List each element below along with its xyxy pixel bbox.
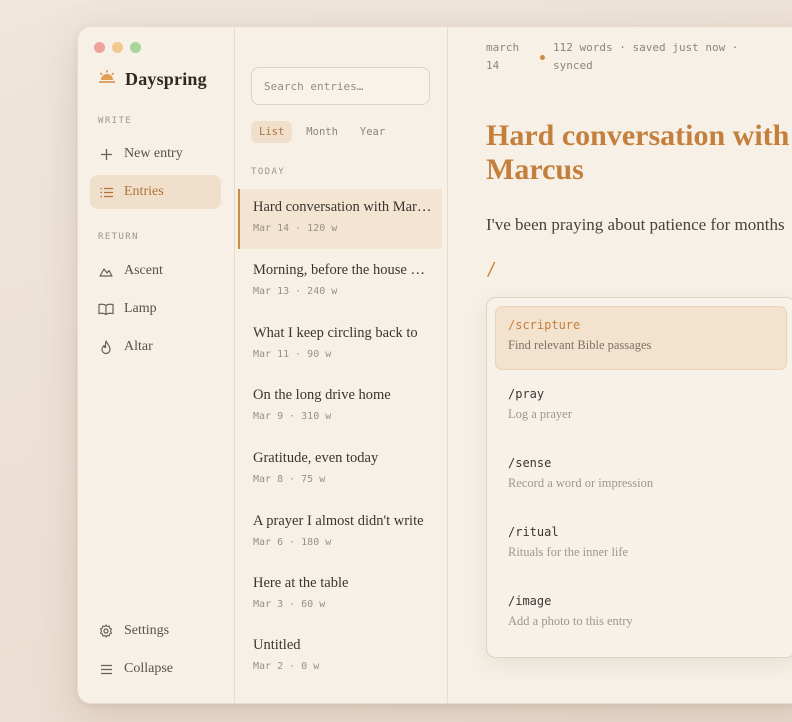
view-switcher: List Month Year [251,121,393,143]
command-scripture[interactable]: /scripture Find relevant Bible passages [495,306,787,370]
slash-command-menu: /scripture Find relevant Bible passages … [486,297,792,658]
entry-title: A prayer I almost didn't write [253,513,424,529]
entry-title: Hard conversation with Marcus [253,199,435,215]
entry-meta: Mar 8 · 75 w [253,474,326,485]
entry-date-month: march [486,41,520,54]
entry-meta: Mar 6 · 180 w [253,537,332,548]
entry-title: Morning, before the house wakes [253,262,435,278]
plus-icon [98,146,114,162]
entry-meta: Mar 2 · 0 w [253,661,320,672]
app-window: Dayspring WRITE New entry Entries RETURN… [77,26,792,704]
nav-label: New entry [124,146,183,161]
brand: Dayspring [98,69,207,90]
entry-title-line: Hard conversation with [486,119,790,152]
list-item[interactable]: What I keep circling back to Mar 11 · 90… [238,315,442,375]
entry-title: On the long drive home [253,387,391,403]
nav-ascent[interactable]: Ascent [90,254,221,288]
book-icon [98,301,114,317]
entry-title: Gratitude, even today [253,450,379,466]
nav-collapse[interactable]: Collapse [90,652,221,686]
command-name: /scripture [508,318,581,332]
window-controls [94,42,141,53]
nav-label: Collapse [124,661,173,676]
section-label-write: WRITE [98,116,133,126]
command-sense[interactable]: /sense Record a word or impression [495,444,787,508]
status-bar: march 14 112 words · saved just now · sy… [486,39,763,75]
editor-panel: march 14 112 words · saved just now · sy… [448,27,792,703]
command-ritual[interactable]: /ritual Rituals for the inner life [495,513,787,577]
entry-meta: Mar 3 · 60 w [253,599,326,610]
entry-title-heading[interactable]: Hard conversation with Marcus [486,119,792,187]
search-input[interactable] [251,67,430,105]
view-tab-year[interactable]: Year [352,121,393,143]
entry-body-text[interactable]: I've been praying about patience for mon… [486,215,785,235]
slash-command-input[interactable]: / [486,259,497,280]
entry-title: What I keep circling back to [253,325,418,341]
command-pray[interactable]: /pray Log a prayer [495,375,787,439]
flame-icon [98,339,114,355]
view-tab-list[interactable]: List [251,121,293,143]
mountain-icon [98,263,114,279]
nav-new-entry[interactable]: New entry [90,137,221,171]
command-image[interactable]: /image Add a photo to this entry [495,582,787,646]
entries-list-panel: List Month Year TODAY Hard conversation … [235,27,448,703]
entry-meta: Mar 11 · 90 w [253,349,332,360]
section-label-return: RETURN [98,232,139,242]
entry-title: Untitled [253,637,301,653]
gear-icon [98,623,114,639]
sunrise-icon [98,70,116,89]
minimize-window-button[interactable] [112,42,123,53]
list-item[interactable]: Morning, before the house wakes Mar 13 ·… [238,252,442,312]
entry-title: Here at the table [253,575,349,591]
list-item[interactable]: Hard conversation with Marcus Mar 14 · 1… [238,189,442,249]
entry-meta: Mar 9 · 310 w [253,411,332,422]
nav-label: Entries [124,184,164,199]
menu-icon [98,661,114,677]
command-description: Log a prayer [508,407,572,421]
group-label-today: TODAY [251,167,286,177]
nav-label: Lamp [124,301,157,316]
nav-label: Ascent [124,263,163,278]
command-description: Rituals for the inner life [508,545,629,559]
entry-meta: Mar 14 · 120 w [253,223,338,234]
nav-entries[interactable]: Entries [90,175,221,209]
command-description: Add a photo to this entry [508,614,633,628]
nav-label: Settings [124,623,170,638]
list-item[interactable]: Gratitude, even today Mar 8 · 75 w [238,440,442,500]
list-icon [98,184,114,200]
command-description: Record a word or impression [508,476,654,490]
list-item[interactable]: On the long drive home Mar 9 · 310 w [238,377,442,437]
brand-name: Dayspring [125,69,207,89]
zoom-window-button[interactable] [130,42,141,53]
sidebar: Dayspring WRITE New entry Entries RETURN… [78,27,235,703]
view-tab-month[interactable]: Month [298,121,346,143]
command-name: /image [508,594,552,608]
nav-altar[interactable]: Altar [90,330,221,364]
command-name: /pray [508,387,545,401]
list-item[interactable]: Untitled Mar 2 · 0 w [238,627,442,687]
list-item[interactable]: Here at the table Mar 3 · 60 w [238,565,442,625]
nav-lamp[interactable]: Lamp [90,292,221,326]
entry-date: march 14 [486,39,536,75]
nav-settings[interactable]: Settings [90,614,221,648]
command-description: Find relevant Bible passages [508,338,652,352]
entry-meta: Mar 13 · 240 w [253,286,338,297]
save-status: 112 words · saved just now · synced [553,41,739,72]
nav-label: Altar [124,339,153,354]
list-item[interactable]: A prayer I almost didn't write Mar 6 · 1… [238,503,442,563]
command-name: /sense [508,456,552,470]
command-name: /ritual [508,525,559,539]
sync-dot-icon [540,55,545,60]
entry-title-line: Marcus [486,153,584,186]
entry-date-day: 14 [486,59,500,72]
close-window-button[interactable] [94,42,105,53]
